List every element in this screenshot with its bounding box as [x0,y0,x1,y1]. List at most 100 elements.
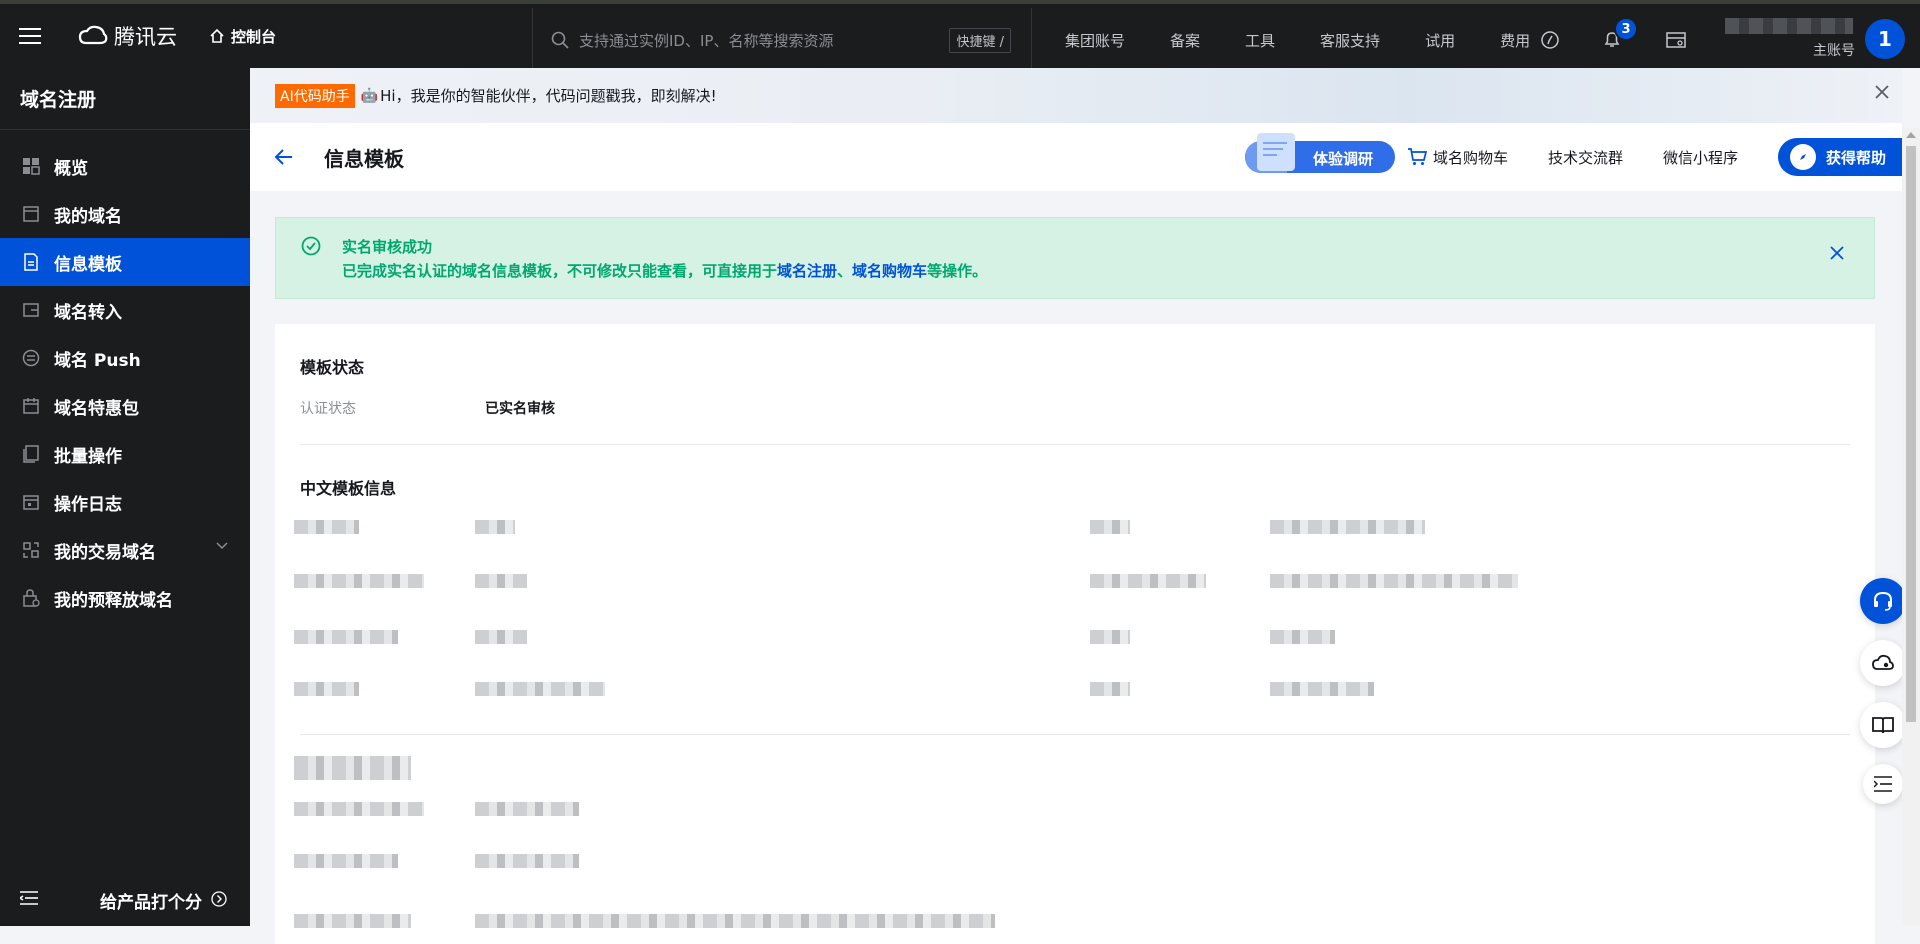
lock-icon [22,589,40,607]
domain-cart-link[interactable]: 域名购物车 [852,262,927,280]
survey-button[interactable]: 体验调研 [1244,133,1395,173]
menu-icon[interactable] [0,4,60,68]
sidebar: 域名注册 概览 我的域名 信息模板 域名转入 域名 Push 域名特惠包 批量操… [0,68,250,926]
documentation-button[interactable] [1860,702,1906,748]
sidebar-item-trade-domains[interactable]: 我的交易域名 [0,526,250,574]
ai-assistant-banner[interactable]: AI代码助手 🤖 Hi，我是你的智能伙伴，代码问题戳我，即刻解决! [250,68,1902,123]
sidebar-item-info-template[interactable]: 信息模板 [0,238,250,286]
close-icon[interactable] [1874,84,1890,100]
list-indent-icon [1874,776,1892,792]
redacted-field [294,682,359,696]
notification-button[interactable]: 3 [1602,17,1638,51]
divider [300,444,1850,445]
tech-group-link[interactable]: 技术交流群 [1548,147,1623,168]
redacted-field [1090,682,1130,696]
sidebar-item-label: 概览 [54,158,88,179]
redacted-field [1270,682,1374,696]
sidebar-title: 域名注册 [0,68,250,130]
redacted-field [1270,574,1518,588]
domain-register-link[interactable]: 域名注册 [777,262,837,280]
ai-banner-text: Hi，我是你的智能伙伴，代码问题戳我，即刻解决! [380,87,717,105]
nav-billing[interactable]: 费用 [1500,30,1530,51]
home-icon [210,28,224,43]
console-link[interactable]: 控制台 [209,26,276,47]
chevron-down-icon[interactable] [216,542,228,550]
cart-link[interactable]: 域名购物车 [1407,147,1508,168]
redacted-field [294,574,424,588]
sidebar-item-label: 我的预释放域名 [54,590,173,611]
auth-status-label: 认证状态 [300,401,356,417]
sidebar-item-overview[interactable]: 概览 [0,142,250,190]
sidebar-item-label: 域名 Push [54,350,141,371]
search-input[interactable]: 支持通过实例ID、IP、名称等搜索资源 [579,30,949,51]
sidebar-item-label: 我的交易域名 [54,542,156,563]
alert-separator: 、 [837,262,853,280]
transfer-icon [22,301,40,319]
sidebar-item-pre-release[interactable]: 我的预释放域名 [0,574,250,622]
brand-logo[interactable]: 腾讯云 [78,21,177,51]
collapse-menu-icon[interactable] [20,891,38,905]
sidebar-item-push[interactable]: 域名 Push [0,334,250,382]
scrollbar-thumb[interactable] [1906,146,1916,722]
rate-product-link[interactable]: 给产品打个分 [100,888,202,913]
redacted-field [294,520,359,534]
search-bar[interactable]: 支持通过实例ID、IP、名称等搜索资源 快捷键 / [532,8,1032,72]
cn-info-title: 中文模板信息 [300,479,397,498]
customer-service-button[interactable] [1860,578,1906,624]
push-icon [22,349,40,367]
help-button[interactable]: 获得帮助 [1778,138,1902,176]
sidebar-item-my-domains[interactable]: 我的域名 [0,190,250,238]
ai-tag: AI代码助手 [275,83,355,108]
arrow-circle-icon[interactable] [211,891,227,907]
compass-icon[interactable] [1540,30,1560,50]
nav-group-account[interactable]: 集团账号 [1065,30,1125,51]
sidebar-item-logs[interactable]: 操作日志 [0,478,250,526]
top-icons: 3 [1540,8,1686,72]
workorder-icon[interactable] [1666,31,1686,49]
redacted-field [1090,520,1130,534]
sidebar-footer: 给产品打个分 [0,870,250,926]
calendar-icon [22,397,40,415]
back-arrow-icon[interactable] [274,148,294,166]
avatar[interactable]: 1 [1865,19,1905,59]
trade-icon [22,541,40,559]
search-icon [551,31,569,49]
nav-tools[interactable]: 工具 [1245,30,1275,51]
page-scrollbar[interactable] [1902,128,1920,926]
close-icon[interactable] [1830,246,1844,260]
nav-support[interactable]: 客服支持 [1320,30,1380,51]
nav-filing[interactable]: 备案 [1170,30,1200,51]
top-bar: 腾讯云 控制台 支持通过实例ID、IP、名称等搜索资源 快捷键 / 集团账号 备… [0,0,1920,72]
redacted-field [475,854,579,868]
sidebar-item-transfer-in[interactable]: 域名转入 [0,286,250,334]
page-title: 信息模板 [324,146,404,171]
auth-status-value: 已实名审核 [485,401,555,417]
log-icon [22,493,40,511]
top-nav: 集团账号 备案 工具 客服支持 试用 费用 [1065,8,1575,72]
survey-label: 体验调研 [1312,150,1373,168]
success-alert: 实名审核成功 已完成实名认证的域名信息模板，不可修改只能查看，可直接用于域名注册… [275,217,1875,299]
page-outline-button[interactable] [1863,764,1903,804]
nav-trial[interactable]: 试用 [1425,30,1455,51]
cloud-service-button[interactable] [1860,640,1906,686]
scroll-up-arrow-icon[interactable] [1906,132,1916,138]
miniprogram-link[interactable]: 微信小程序 [1663,147,1738,168]
cart-icon [1407,148,1427,165]
floating-toolbar [1860,578,1906,820]
user-account[interactable]: 主账号 [1725,16,1855,64]
help-label: 获得帮助 [1826,148,1887,167]
survey-document-icon [1256,133,1295,171]
cart-label: 域名购物车 [1432,148,1508,167]
sidebar-item-batch[interactable]: 批量操作 [0,430,250,478]
redacted-field [1270,630,1335,644]
sidebar-item-label: 操作日志 [54,494,122,515]
divider [300,734,1850,735]
domain-icon [22,205,40,223]
sidebar-item-label: 域名转入 [54,302,122,323]
sidebar-item-label: 我的域名 [54,206,122,227]
header-actions: 体验调研 域名购物车 技术交流群 微信小程序 获得帮助 [1244,123,1902,191]
document-icon [22,253,40,271]
headset-icon [1874,591,1892,611]
sidebar-item-special-package[interactable]: 域名特惠包 [0,382,250,430]
template-status-title: 模板状态 [300,358,365,377]
